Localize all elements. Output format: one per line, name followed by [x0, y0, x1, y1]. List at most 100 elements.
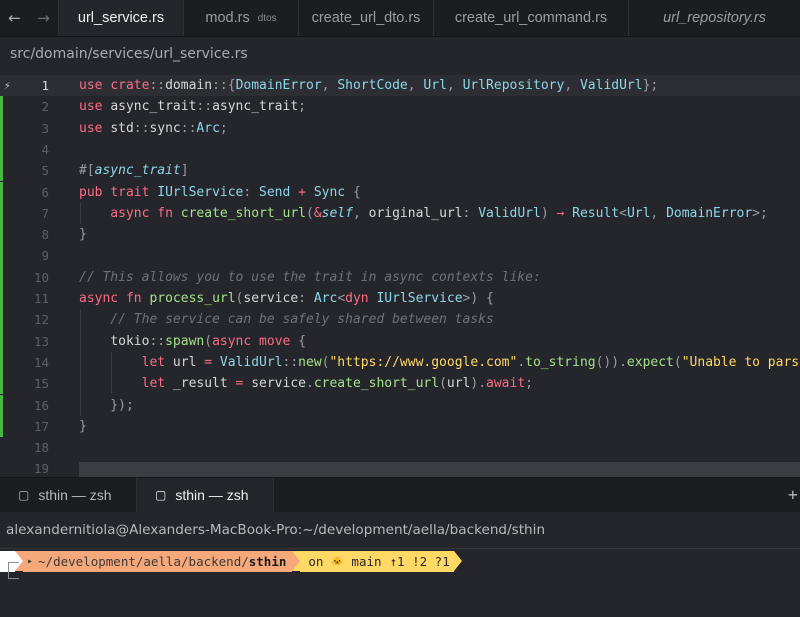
- prompt-git: on 🐱 main ↑1 !2 ?1: [300, 551, 454, 572]
- code-token: process_url: [149, 291, 236, 306]
- code-text[interactable]: });: [79, 395, 134, 416]
- code-token: ValidUrl: [219, 354, 283, 370]
- code-text[interactable]: async fn create_short_url(&self, origina…: [79, 203, 768, 224]
- code-line[interactable]: 10 // This allows you to use the trait in…: [0, 266, 800, 288]
- divider: [0, 548, 800, 549]
- code-token: ,: [446, 78, 463, 93]
- terminal-cursor[interactable]: [8, 562, 19, 579]
- code-line[interactable]: 4: [0, 138, 800, 161]
- code-line[interactable]: 16 });: [0, 394, 800, 416]
- code-token: ,: [407, 78, 424, 93]
- tab-label: create_url_dto.rs: [311, 10, 421, 26]
- code-text[interactable]: // This allows you to use the trait in a…: [79, 267, 541, 288]
- tab-create-url-command[interactable]: create_url_command.rs: [433, 0, 628, 36]
- code-text[interactable]: #[async_trait]: [79, 160, 189, 181]
- code-line[interactable]: 12 // The service can be safely shared b…: [0, 309, 800, 331]
- indent-guide: [80, 309, 81, 416]
- code-text[interactable]: let url = ValidUrl::new ("https://www.goo…: [79, 352, 800, 373]
- code-text[interactable]: }: [79, 416, 87, 437]
- tab-create-url-dto[interactable]: create_url_dto.rs: [298, 0, 433, 36]
- terminal-tab-1[interactable]: ▢ sthin — zsh: [0, 478, 137, 512]
- code-line[interactable]: 2 use async_trait::async_trait;: [0, 96, 800, 118]
- line-number: 6: [41, 184, 49, 200]
- line-number: 14: [33, 354, 49, 370]
- code-token: ValidUrl: [579, 78, 643, 93]
- code-line[interactable]: 9: [0, 245, 800, 267]
- new-terminal-plus-icon[interactable]: +: [788, 478, 800, 512]
- line-number: 5: [41, 163, 49, 179]
- line-number: 2: [41, 99, 49, 115]
- code-line[interactable]: 15 let _result = service.create_short_ur…: [0, 373, 800, 395]
- code-text[interactable]: // The service can be safely shared betw…: [79, 309, 494, 330]
- terminal-title: alexandernitiola@Alexanders-MacBook-Pro:…: [6, 522, 546, 538]
- tab-mod[interactable]: mod.rs dtos: [183, 0, 298, 36]
- tab-hint: dtos: [257, 12, 277, 24]
- code-token: async_trait: [94, 163, 181, 179]
- code-token: service: [243, 291, 299, 306]
- arrow-left-icon[interactable]: ←: [0, 0, 29, 36]
- code-line[interactable]: 3 use std::sync::Arc;: [0, 117, 800, 139]
- code-token: :: [243, 184, 260, 200]
- tab-label: url_repository.rs: [663, 10, 766, 26]
- terminal-tab-label: sthin — zsh: [175, 487, 249, 503]
- code-line[interactable]: 7 async fn create_short_url(&self, origi…: [0, 202, 800, 225]
- line-number: 17: [33, 418, 49, 434]
- code-token: Url: [423, 78, 447, 93]
- line-number: 1: [41, 78, 49, 93]
- code-token: ::: [180, 120, 197, 136]
- line-number: 10: [33, 269, 49, 285]
- code-token: trait: [110, 184, 158, 200]
- line-number: 19: [33, 461, 49, 477]
- code-token: ,: [352, 205, 369, 221]
- code-token: >) {: [462, 291, 494, 306]
- code-token: Url: [626, 205, 651, 221]
- code-line[interactable]: 8}: [0, 224, 800, 246]
- code-text[interactable]: pub trait IUrlService: Send + Sync {: [79, 182, 361, 203]
- code-token: self: [321, 205, 353, 221]
- code-token: =: [227, 376, 252, 392]
- code-token: ::: [133, 120, 150, 136]
- terminal-icon: ▢: [18, 488, 30, 502]
- code-text[interactable]: async fn process_url(service: Arc<dyn IU…: [79, 288, 494, 309]
- code-text[interactable]: use std::sync::Arc;: [79, 118, 228, 139]
- code-token: new: [298, 354, 322, 370]
- code-text[interactable]: }: [79, 224, 87, 245]
- code-token: Result: [572, 205, 620, 221]
- tab-url-repository[interactable]: url_repository.rs: [628, 0, 800, 36]
- code-text[interactable]: use async_trait::async_trait;: [79, 96, 306, 117]
- code-editor[interactable]: ⚡ 1 use crate::domain::{DomainError, Short…: [0, 75, 800, 477]
- code-token: Sync: [313, 184, 346, 200]
- tab-url-service[interactable]: url_service.rs: [58, 0, 183, 36]
- code-line[interactable]: 17}: [0, 415, 800, 438]
- breadcrumb[interactable]: src/domain/services/url_service.rs: [10, 46, 248, 62]
- arrow-right-icon[interactable]: →: [29, 0, 58, 36]
- code-token: });: [79, 397, 134, 413]
- code-token: {: [298, 333, 307, 349]
- code-text[interactable]: use crate::domain::{DomainError, ShortCo…: [79, 75, 658, 96]
- code-line[interactable]: 18: [0, 437, 800, 458]
- code-token: #[: [79, 163, 95, 179]
- terminal-tab-2[interactable]: ▢ sthin — zsh: [137, 478, 274, 512]
- code-token: "Unable to parse: [681, 354, 800, 370]
- code-text[interactable]: tokio::spawn(async move {: [79, 331, 306, 352]
- code-text[interactable]: let _result = service.create_short_url(u…: [79, 373, 533, 394]
- code-line[interactable]: 5 #[async_trait]: [0, 160, 800, 182]
- code-token: // The service can be safely shared betw…: [79, 312, 494, 328]
- code-line[interactable]: 11 async fn process_url(service: Arc<dyn …: [0, 288, 800, 310]
- code-line[interactable]: 6 pub trait IUrlService: Send + Sync {: [0, 181, 800, 203]
- terminal-tab-label: sthin — zsh: [38, 487, 112, 503]
- code-token: Arc: [313, 291, 338, 306]
- line-number: 11: [33, 291, 49, 306]
- horizontal-scrollbar[interactable]: [79, 462, 800, 477]
- code-token: service: [251, 376, 306, 392]
- code-token: url: [172, 354, 197, 370]
- code-token: expect: [626, 354, 674, 370]
- code-line[interactable]: 13 tokio::spawn(async move {: [0, 330, 800, 352]
- code-line[interactable]: 14 let url = ValidUrl::new ("https://www.…: [0, 351, 800, 374]
- code-token: (: [306, 205, 314, 221]
- code-token: create_short_url: [313, 376, 440, 392]
- code-token: ShortCode: [337, 78, 408, 93]
- line-number: 16: [33, 397, 49, 413]
- code-token: :: [462, 205, 479, 221]
- code-line[interactable]: ⚡ 1 use crate::domain::{DomainError, Short…: [0, 75, 800, 97]
